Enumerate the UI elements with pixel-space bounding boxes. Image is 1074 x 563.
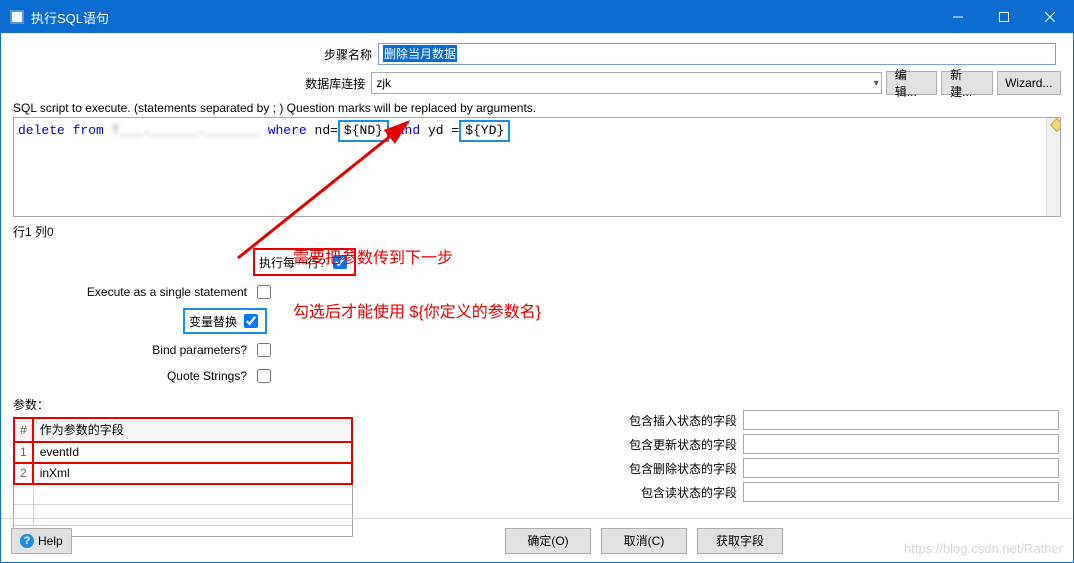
connection-value: zjk <box>376 76 391 90</box>
row-2-num: 2 <box>14 463 33 484</box>
annotation-1: 需要把参数传到下一步 <box>293 244 453 268</box>
chevron-down-icon: ▾ <box>874 78 879 89</box>
label-update-field: 包含更新状态的字段 <box>619 436 743 453</box>
edit-button[interactable]: 编辑... <box>886 71 937 95</box>
step-name-input[interactable]: 删除当月数据 <box>378 43 1056 65</box>
annotation-2: 勾选后才能使用 ${你定义的参数名} <box>293 298 541 322</box>
titlebar: 执行SQL语句 <box>1 1 1073 33</box>
wizard-button[interactable]: Wizard... <box>997 71 1061 95</box>
sql-var-nd: ${ND} <box>338 120 389 142</box>
sql-nd-eq: nd= <box>315 123 338 138</box>
label-single-statement: Execute as a single statement <box>13 285 253 299</box>
table-row[interactable]: 2 inXml <box>14 463 352 484</box>
cursor-position: 行1 列0 <box>13 223 1061 240</box>
sql-editor[interactable]: delete from T___.______._______ where nd… <box>13 117 1061 217</box>
label-insert-field: 包含插入状态的字段 <box>619 412 743 429</box>
help-icon: ? <box>20 534 34 548</box>
help-button[interactable]: ? Help <box>11 528 72 554</box>
table-row[interactable]: 1 eventId <box>14 442 352 463</box>
step-name-value: 删除当月数据 <box>383 45 457 62</box>
label-quote-strings: Quote Strings? <box>13 369 253 383</box>
get-fields-button[interactable]: 获取字段 <box>697 528 783 554</box>
maximize-button[interactable] <box>981 1 1027 33</box>
chk-quote-strings[interactable] <box>257 369 271 383</box>
chk-bind-params[interactable] <box>257 343 271 357</box>
read-status-field[interactable] <box>743 482 1059 502</box>
sql-kw-delete: delete from <box>18 123 104 138</box>
sql-hint: SQL script to execute. (statements separ… <box>13 101 1061 115</box>
col-field: 作为参数的字段 <box>33 418 352 442</box>
chk-single-statement[interactable] <box>257 285 271 299</box>
delete-status-field[interactable] <box>743 458 1059 478</box>
row-step-name: 步骤名称 删除当月数据 <box>13 43 1061 65</box>
label-step-name: 步骤名称 <box>13 46 378 63</box>
close-button[interactable] <box>1027 1 1073 33</box>
cancel-button[interactable]: 取消(C) <box>601 528 687 554</box>
row-connection: 数据库连接 zjk ▾ 编辑... 新建... Wizard... <box>13 71 1061 95</box>
new-button[interactable]: 新建... <box>941 71 992 95</box>
label-delete-field: 包含删除状态的字段 <box>619 460 743 477</box>
app-icon <box>9 9 25 25</box>
row-1-field: eventId <box>33 442 352 463</box>
row-2-field: inXml <box>33 463 352 484</box>
window-controls <box>935 1 1073 33</box>
insert-status-field[interactable] <box>743 410 1059 430</box>
sql-var-yd: ${YD} <box>459 120 510 142</box>
label-bind-params: Bind parameters? <box>13 343 253 357</box>
status-fields-group: 包含插入状态的字段 包含更新状态的字段 包含删除状态的字段 包含读状态的字段 <box>619 410 1059 506</box>
chk-var-sub[interactable] <box>244 314 258 328</box>
minimize-button[interactable] <box>935 1 981 33</box>
sql-yd-eq: yd = <box>428 123 459 138</box>
connection-combo[interactable]: zjk ▾ <box>371 72 881 94</box>
sql-redacted: T___.______._______ <box>112 123 260 138</box>
help-label: Help <box>38 534 63 548</box>
var-sub-checkbox[interactable]: 变量替换 <box>183 308 267 334</box>
label-connection: 数据库连接 <box>13 75 371 92</box>
label-var-sub: 变量替换 <box>189 313 237 330</box>
label-read-field: 包含读状态的字段 <box>619 484 743 501</box>
sql-kw-and: and <box>397 123 420 138</box>
ok-button[interactable]: 确定(O) <box>505 528 591 554</box>
update-status-field[interactable] <box>743 434 1059 454</box>
dialog-window: 执行SQL语句 步骤名称 删除当月数据 数据库连接 zjk ▾ <box>0 0 1074 563</box>
sql-kw-where: where <box>268 123 307 138</box>
window-title: 执行SQL语句 <box>31 8 935 27</box>
footer: ? Help 确定(O) 取消(C) 获取字段 <box>1 518 1073 562</box>
sql-scrollbar-vertical[interactable] <box>1046 118 1060 216</box>
checkbox-group: 执行每一行? 需要把参数传到下一步 Execute as a single st… <box>13 248 1061 386</box>
row-1-num: 1 <box>14 442 33 463</box>
col-num: # <box>14 418 33 442</box>
